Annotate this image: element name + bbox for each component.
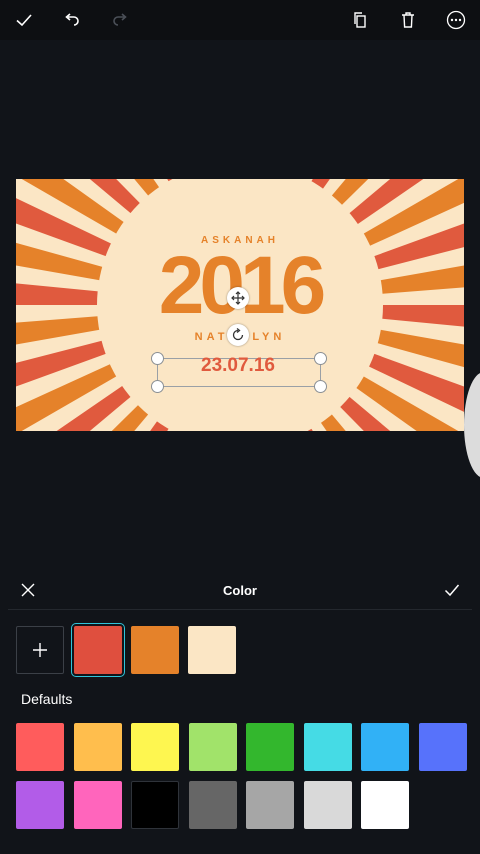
default-color-swatch[interactable] bbox=[16, 723, 64, 771]
default-color-swatch[interactable] bbox=[73, 781, 122, 829]
undo-icon[interactable] bbox=[56, 4, 88, 36]
resize-handle-bottom-right[interactable] bbox=[314, 380, 327, 393]
design-date-text[interactable]: 23.07.16 bbox=[158, 355, 318, 377]
default-color-swatch[interactable] bbox=[131, 781, 179, 829]
default-color-swatch[interactable] bbox=[16, 781, 64, 829]
design-canvas[interactable]: ASKANAH 2016 NATHALYN 23.07.16 bbox=[16, 179, 464, 431]
default-color-swatch[interactable] bbox=[303, 781, 352, 829]
default-color-swatch[interactable] bbox=[188, 723, 237, 771]
default-color-swatch[interactable] bbox=[246, 781, 294, 829]
redo-icon[interactable] bbox=[104, 4, 136, 36]
default-color-swatch[interactable] bbox=[361, 781, 409, 829]
default-color-swatch[interactable] bbox=[418, 723, 467, 771]
trash-icon[interactable] bbox=[392, 4, 424, 36]
default-color-swatch[interactable] bbox=[303, 723, 352, 771]
resize-handle-top-left[interactable] bbox=[151, 352, 164, 365]
color-panel-header: Color bbox=[0, 570, 480, 610]
move-icon[interactable] bbox=[227, 287, 249, 309]
default-color-swatch[interactable] bbox=[246, 723, 294, 771]
top-toolbar bbox=[0, 0, 480, 40]
resize-handle-top-right[interactable] bbox=[314, 352, 327, 365]
plus-icon bbox=[33, 643, 47, 657]
more-icon[interactable] bbox=[440, 4, 472, 36]
rotate-icon[interactable] bbox=[227, 324, 249, 346]
check-icon[interactable] bbox=[8, 4, 40, 36]
duplicate-icon[interactable] bbox=[344, 4, 376, 36]
design-year-text[interactable]: 2016 bbox=[16, 245, 464, 327]
default-color-swatch[interactable] bbox=[73, 723, 122, 771]
panel-title: Color bbox=[223, 583, 257, 598]
default-color-swatch[interactable] bbox=[131, 723, 179, 771]
divider bbox=[8, 609, 472, 610]
default-color-swatch[interactable] bbox=[361, 723, 409, 771]
document-color-swatch[interactable] bbox=[131, 626, 179, 674]
add-color-button[interactable] bbox=[16, 626, 64, 674]
defaults-label: Defaults bbox=[21, 691, 73, 707]
resize-handle-bottom-left[interactable] bbox=[151, 380, 164, 393]
confirm-check-icon[interactable] bbox=[440, 580, 464, 600]
default-color-swatch[interactable] bbox=[188, 781, 237, 829]
document-color-swatch[interactable] bbox=[188, 626, 236, 674]
document-color-swatch[interactable] bbox=[71, 623, 125, 677]
side-drag-handle[interactable] bbox=[464, 372, 480, 478]
